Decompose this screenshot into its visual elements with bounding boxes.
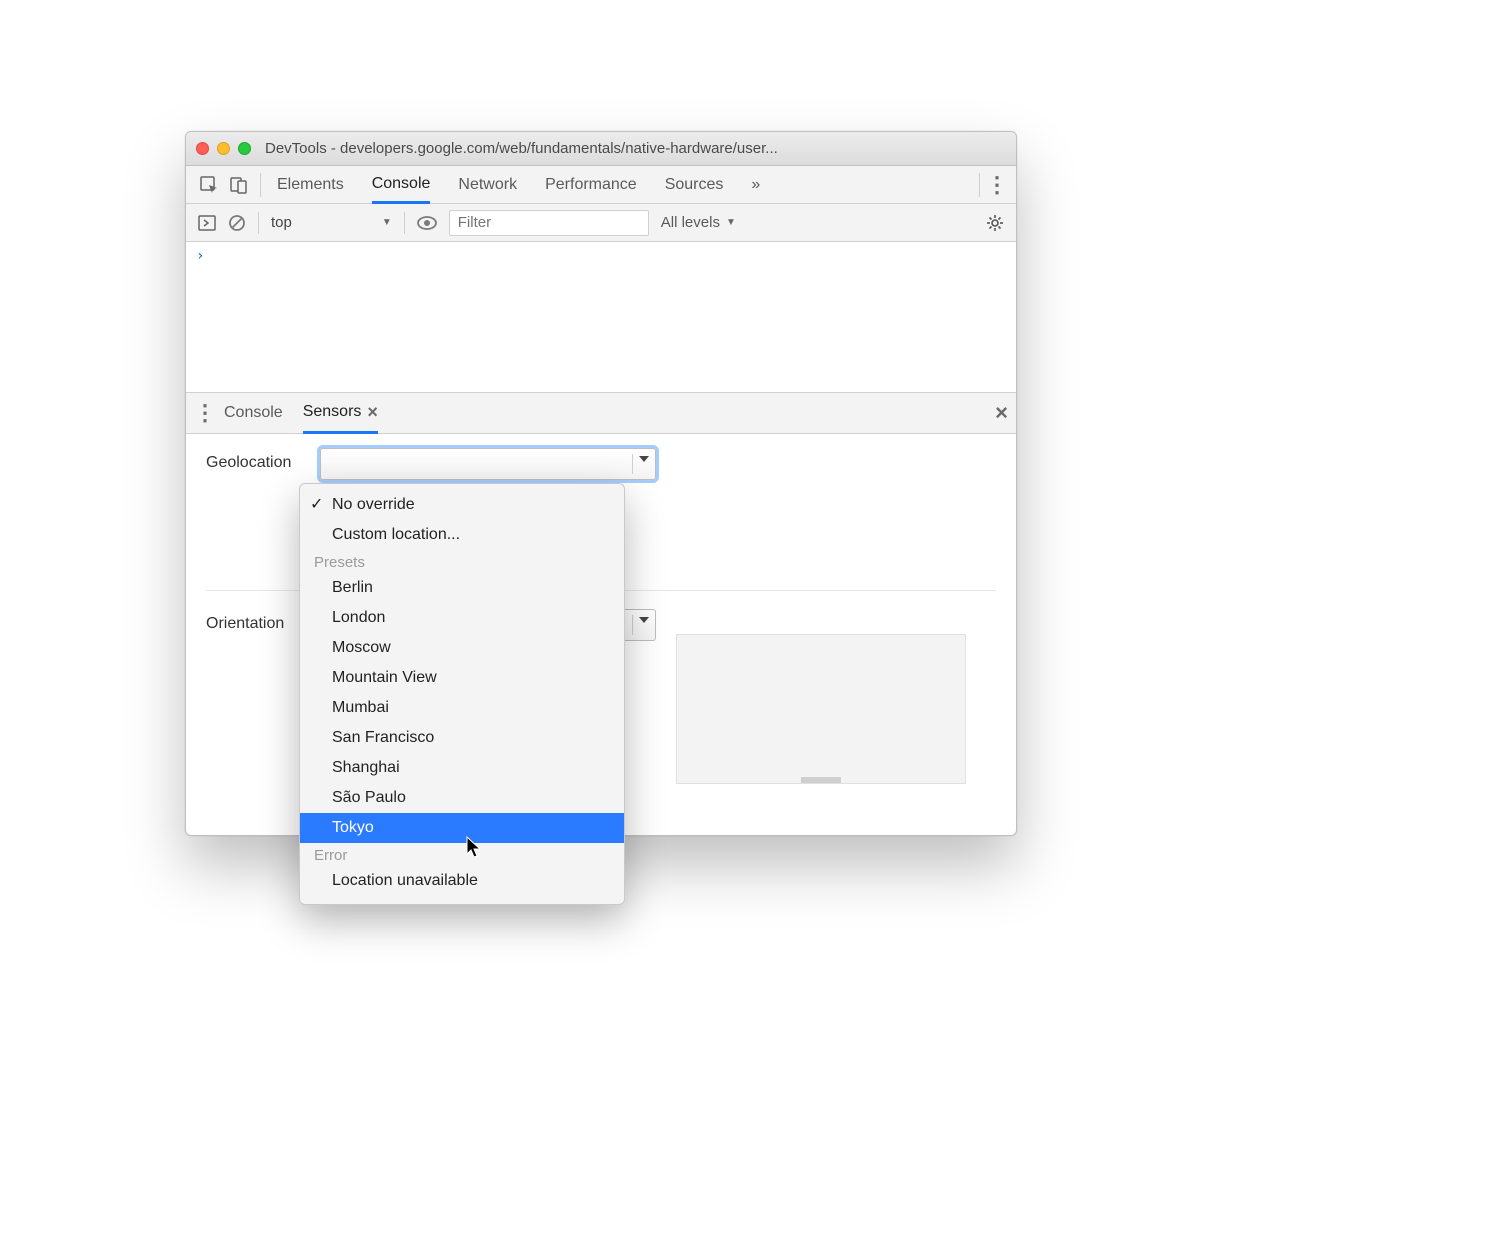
tab-console[interactable]: Console <box>372 167 431 204</box>
minimize-window-button[interactable] <box>217 142 230 155</box>
drawer-tab-label: Sensors <box>303 403 362 421</box>
console-output[interactable]: › <box>186 242 1016 392</box>
log-levels-selector[interactable]: All levels ▼ <box>661 214 736 231</box>
cursor-icon <box>466 836 484 860</box>
kebab-menu-icon[interactable]: ⋮ <box>986 174 1008 196</box>
titlebar: DevTools - developers.google.com/web/fun… <box>186 132 1016 166</box>
drawer-tabs: Console Sensors × <box>224 393 378 433</box>
clear-console-icon[interactable] <box>228 214 246 232</box>
divider <box>979 173 980 197</box>
close-tab-icon[interactable]: × <box>367 402 378 423</box>
tabs: Elements Console Network Performance Sou… <box>277 166 973 203</box>
window-title: DevTools - developers.google.com/web/fun… <box>265 140 1006 157</box>
geolocation-option-preset[interactable]: Shanghai <box>300 753 624 783</box>
geolocation-option-preset[interactable]: Tokyo <box>300 813 624 843</box>
tab-elements[interactable]: Elements <box>277 166 344 203</box>
tab-overflow[interactable]: » <box>751 166 760 203</box>
geolocation-dropdown: No override Custom location... Presets B… <box>299 483 625 905</box>
drawer-tab-label: Console <box>224 404 283 422</box>
context-selector[interactable]: top ▼ <box>271 214 392 231</box>
geolocation-option-preset[interactable]: San Francisco <box>300 723 624 753</box>
geolocation-option-preset[interactable]: London <box>300 603 624 633</box>
context-selector-value: top <box>271 214 292 231</box>
geolocation-field: Geolocation <box>206 448 996 480</box>
window-controls <box>196 142 251 155</box>
drawer-tab-console[interactable]: Console <box>224 393 283 433</box>
zoom-window-button[interactable] <box>238 142 251 155</box>
drawer-tab-sensors[interactable]: Sensors × <box>303 394 378 434</box>
geolocation-option-preset[interactable]: São Paulo <box>300 783 624 813</box>
tab-performance[interactable]: Performance <box>545 166 637 203</box>
console-toolbar: top ▼ All levels ▼ <box>186 204 1016 242</box>
live-expression-icon[interactable] <box>417 216 437 230</box>
drawer-menu-icon[interactable]: ⋮ <box>194 402 216 424</box>
inspect-element-icon[interactable] <box>196 176 222 194</box>
geolocation-group-presets: Presets <box>300 550 624 573</box>
dropdown-caret-icon: ▼ <box>726 217 736 228</box>
log-levels-value: All levels <box>661 214 720 231</box>
orientation-label: Orientation <box>206 609 306 633</box>
device-toggle-icon[interactable] <box>226 176 252 194</box>
main-tabbar: Elements Console Network Performance Sou… <box>186 166 1016 204</box>
tab-network[interactable]: Network <box>458 166 517 203</box>
geolocation-option-preset[interactable]: Berlin <box>300 573 624 603</box>
geolocation-option-error[interactable]: Location unavailable <box>300 866 624 896</box>
geolocation-label: Geolocation <box>206 448 306 472</box>
geolocation-option-custom[interactable]: Custom location... <box>300 520 624 550</box>
geolocation-option-no-override[interactable]: No override <box>300 490 624 520</box>
console-settings-icon[interactable] <box>986 214 1004 232</box>
dropdown-caret-icon: ▼ <box>382 217 392 228</box>
geolocation-option-preset[interactable]: Mountain View <box>300 663 624 693</box>
orientation-preview[interactable] <box>676 634 966 784</box>
close-window-button[interactable] <box>196 142 209 155</box>
tab-sources[interactable]: Sources <box>665 166 724 203</box>
divider <box>260 173 261 197</box>
console-prompt: › <box>196 248 204 264</box>
geolocation-group-error: Error <box>300 843 624 866</box>
geolocation-option-preset[interactable]: Moscow <box>300 633 624 663</box>
close-drawer-icon[interactable]: × <box>995 400 1008 426</box>
geolocation-option-preset[interactable]: Mumbai <box>300 693 624 723</box>
geolocation-select[interactable] <box>320 448 656 480</box>
console-sidebar-toggle-icon[interactable] <box>198 214 216 232</box>
drawer-tabbar: ⋮ Console Sensors × × <box>186 392 1016 434</box>
filter-input[interactable] <box>449 210 649 236</box>
